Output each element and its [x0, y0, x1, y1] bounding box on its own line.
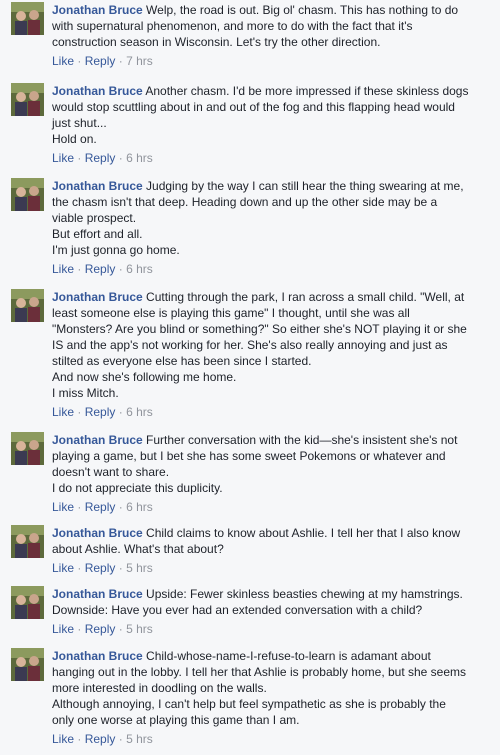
avatar[interactable] — [11, 586, 44, 619]
avatar-photo-icon — [11, 432, 44, 465]
comment-text-line: construction season in Wisconsin. Let's … — [52, 35, 381, 49]
comment-thread: Jonathan Bruce Welp, the road is out. Bi… — [0, 0, 500, 755]
avatar-photo-icon — [11, 83, 44, 116]
avatar-photo-icon — [11, 2, 44, 35]
avatar[interactable] — [11, 648, 44, 681]
comment-text: Child-whose-name-I-refuse-to-learn is ad… — [146, 649, 431, 663]
avatar-photo-icon — [11, 289, 44, 322]
comment-text-line: Downside: Have you ever had an extended … — [52, 603, 423, 617]
comment-text-line: more interested in doodling on the walls… — [52, 681, 267, 695]
author-name-link[interactable]: Jonathan Bruce — [52, 433, 143, 447]
comment-text-line: would stop scuttling about in and out of… — [52, 100, 455, 114]
author-name-link[interactable]: Jonathan Bruce — [52, 587, 143, 601]
comment-text-line: the chasm isn't that deep. Heading down … — [52, 195, 438, 209]
comment-body: Jonathan Bruce Further conversation with… — [52, 432, 492, 515]
avatar[interactable] — [11, 178, 44, 211]
comment-text: Child claims to know about Ashlie. I tel… — [146, 526, 461, 540]
comment-body: Jonathan Bruce Welp, the road is out. Bi… — [52, 2, 492, 69]
avatar[interactable] — [11, 289, 44, 322]
comment-actions: Like · Reply · 6 hrs — [52, 262, 153, 276]
comment-text-line: with supernatural phenomenon, and more t… — [52, 19, 413, 33]
comment-text: Another chasm. I'd be more impressed if … — [145, 84, 469, 98]
like-link[interactable]: Like — [52, 622, 74, 636]
avatar-photo-icon — [11, 648, 44, 681]
avatar[interactable] — [11, 525, 44, 558]
comment-actions: Like · Reply · 6 hrs — [52, 500, 153, 514]
comment-actions: Like · Reply · 5 hrs — [52, 561, 153, 575]
comment-text-line: I do not appreciate this duplicity. — [52, 481, 223, 495]
comment-text-line: hanging out in the lobby. I tell her tha… — [52, 665, 467, 679]
timestamp[interactable]: 5 hrs — [126, 561, 153, 575]
author-name-link[interactable]: Jonathan Bruce — [52, 526, 143, 540]
comment-body: Jonathan Bruce Child-whose-name-I-refuse… — [52, 648, 492, 747]
comment-text-line: doesn't want to share. — [52, 465, 170, 479]
reply-link[interactable]: Reply — [85, 622, 116, 636]
avatar[interactable] — [11, 2, 44, 35]
reply-link[interactable]: Reply — [85, 54, 116, 68]
avatar-photo-icon — [11, 525, 44, 558]
comment-body: Jonathan Bruce Cutting through the park,… — [52, 289, 492, 420]
author-name-link[interactable]: Jonathan Bruce — [52, 179, 143, 193]
avatar-photo-icon — [11, 586, 44, 619]
comment-actions: Like · Reply · 6 hrs — [52, 151, 153, 165]
comment-body: Jonathan Bruce Judging by the way I can … — [52, 178, 492, 277]
like-link[interactable]: Like — [52, 151, 74, 165]
comment-text-line: playing a game, but I bet she has some s… — [52, 449, 446, 463]
like-link[interactable]: Like — [52, 732, 74, 746]
like-link[interactable]: Like — [52, 262, 74, 276]
like-link[interactable]: Like — [52, 561, 74, 575]
like-link[interactable]: Like — [52, 405, 74, 419]
author-name-link[interactable]: Jonathan Bruce — [52, 290, 143, 304]
comment-body: Jonathan Bruce Child claims to know abou… — [52, 525, 492, 576]
comment-text-line: viable prospect. — [52, 211, 137, 225]
comment-text: Cutting through the park, I ran across a… — [146, 290, 465, 304]
avatar[interactable] — [11, 432, 44, 465]
comment-text-line: least someone else is playing this game"… — [52, 306, 410, 320]
comment-text-line: only one worse at playing this game than… — [52, 713, 300, 727]
like-link[interactable]: Like — [52, 54, 74, 68]
comment-actions: Like · Reply · 7 hrs — [52, 54, 153, 68]
reply-link[interactable]: Reply — [85, 561, 116, 575]
comment-text: Judging by the way I can still hear the … — [146, 179, 464, 193]
timestamp[interactable]: 6 hrs — [126, 405, 153, 419]
comment-text-line: about Ashlie. What's that about? — [52, 542, 224, 556]
timestamp[interactable]: 5 hrs — [126, 622, 153, 636]
timestamp[interactable]: 7 hrs — [126, 54, 153, 68]
comment-text-line: "Monsters? Are you blind or something?" … — [52, 322, 467, 336]
comment-actions: Like · Reply · 5 hrs — [52, 622, 153, 636]
comment-text: Further conversation with the kid—she's … — [146, 433, 458, 447]
comment-text-line: stilted as everyone else has been since … — [52, 354, 312, 368]
author-name-link[interactable]: Jonathan Bruce — [52, 649, 143, 663]
comment-text-line: I miss Mitch. — [52, 386, 119, 400]
timestamp[interactable]: 5 hrs — [126, 732, 153, 746]
reply-link[interactable]: Reply — [85, 151, 116, 165]
reply-link[interactable]: Reply — [85, 405, 116, 419]
comment-body: Jonathan Bruce Another chasm. I'd be mor… — [52, 83, 492, 166]
comment-body: Jonathan Bruce Upside: Fewer skinless be… — [52, 586, 492, 637]
comment-text-line: IS and the app's not working for her. Sh… — [52, 338, 448, 352]
author-name-link[interactable]: Jonathan Bruce — [52, 84, 143, 98]
timestamp[interactable]: 6 hrs — [126, 151, 153, 165]
comment-text-line: But effort and all. — [52, 227, 143, 241]
timestamp[interactable]: 6 hrs — [126, 500, 153, 514]
comment-text-line: Hold on. — [52, 132, 97, 146]
comment-actions: Like · Reply · 5 hrs — [52, 732, 153, 746]
avatar[interactable] — [11, 83, 44, 116]
reply-link[interactable]: Reply — [85, 262, 116, 276]
timestamp[interactable]: 6 hrs — [126, 262, 153, 276]
like-link[interactable]: Like — [52, 500, 74, 514]
comment-text-line: And now she's following me home. — [52, 370, 237, 384]
comment-text: Welp, the road is out. Big ol' chasm. Th… — [146, 3, 459, 17]
comment-text: Upside: Fewer skinless beasties chewing … — [146, 587, 463, 601]
comment-text-line: just shut... — [52, 116, 107, 130]
comment-actions: Like · Reply · 6 hrs — [52, 405, 153, 419]
author-name-link[interactable]: Jonathan Bruce — [52, 3, 143, 17]
avatar-photo-icon — [11, 178, 44, 211]
reply-link[interactable]: Reply — [85, 500, 116, 514]
comment-text-line: Although annoying, I can't help but feel… — [52, 697, 446, 711]
comment-text-line: I'm just gonna go home. — [52, 243, 180, 257]
reply-link[interactable]: Reply — [85, 732, 116, 746]
